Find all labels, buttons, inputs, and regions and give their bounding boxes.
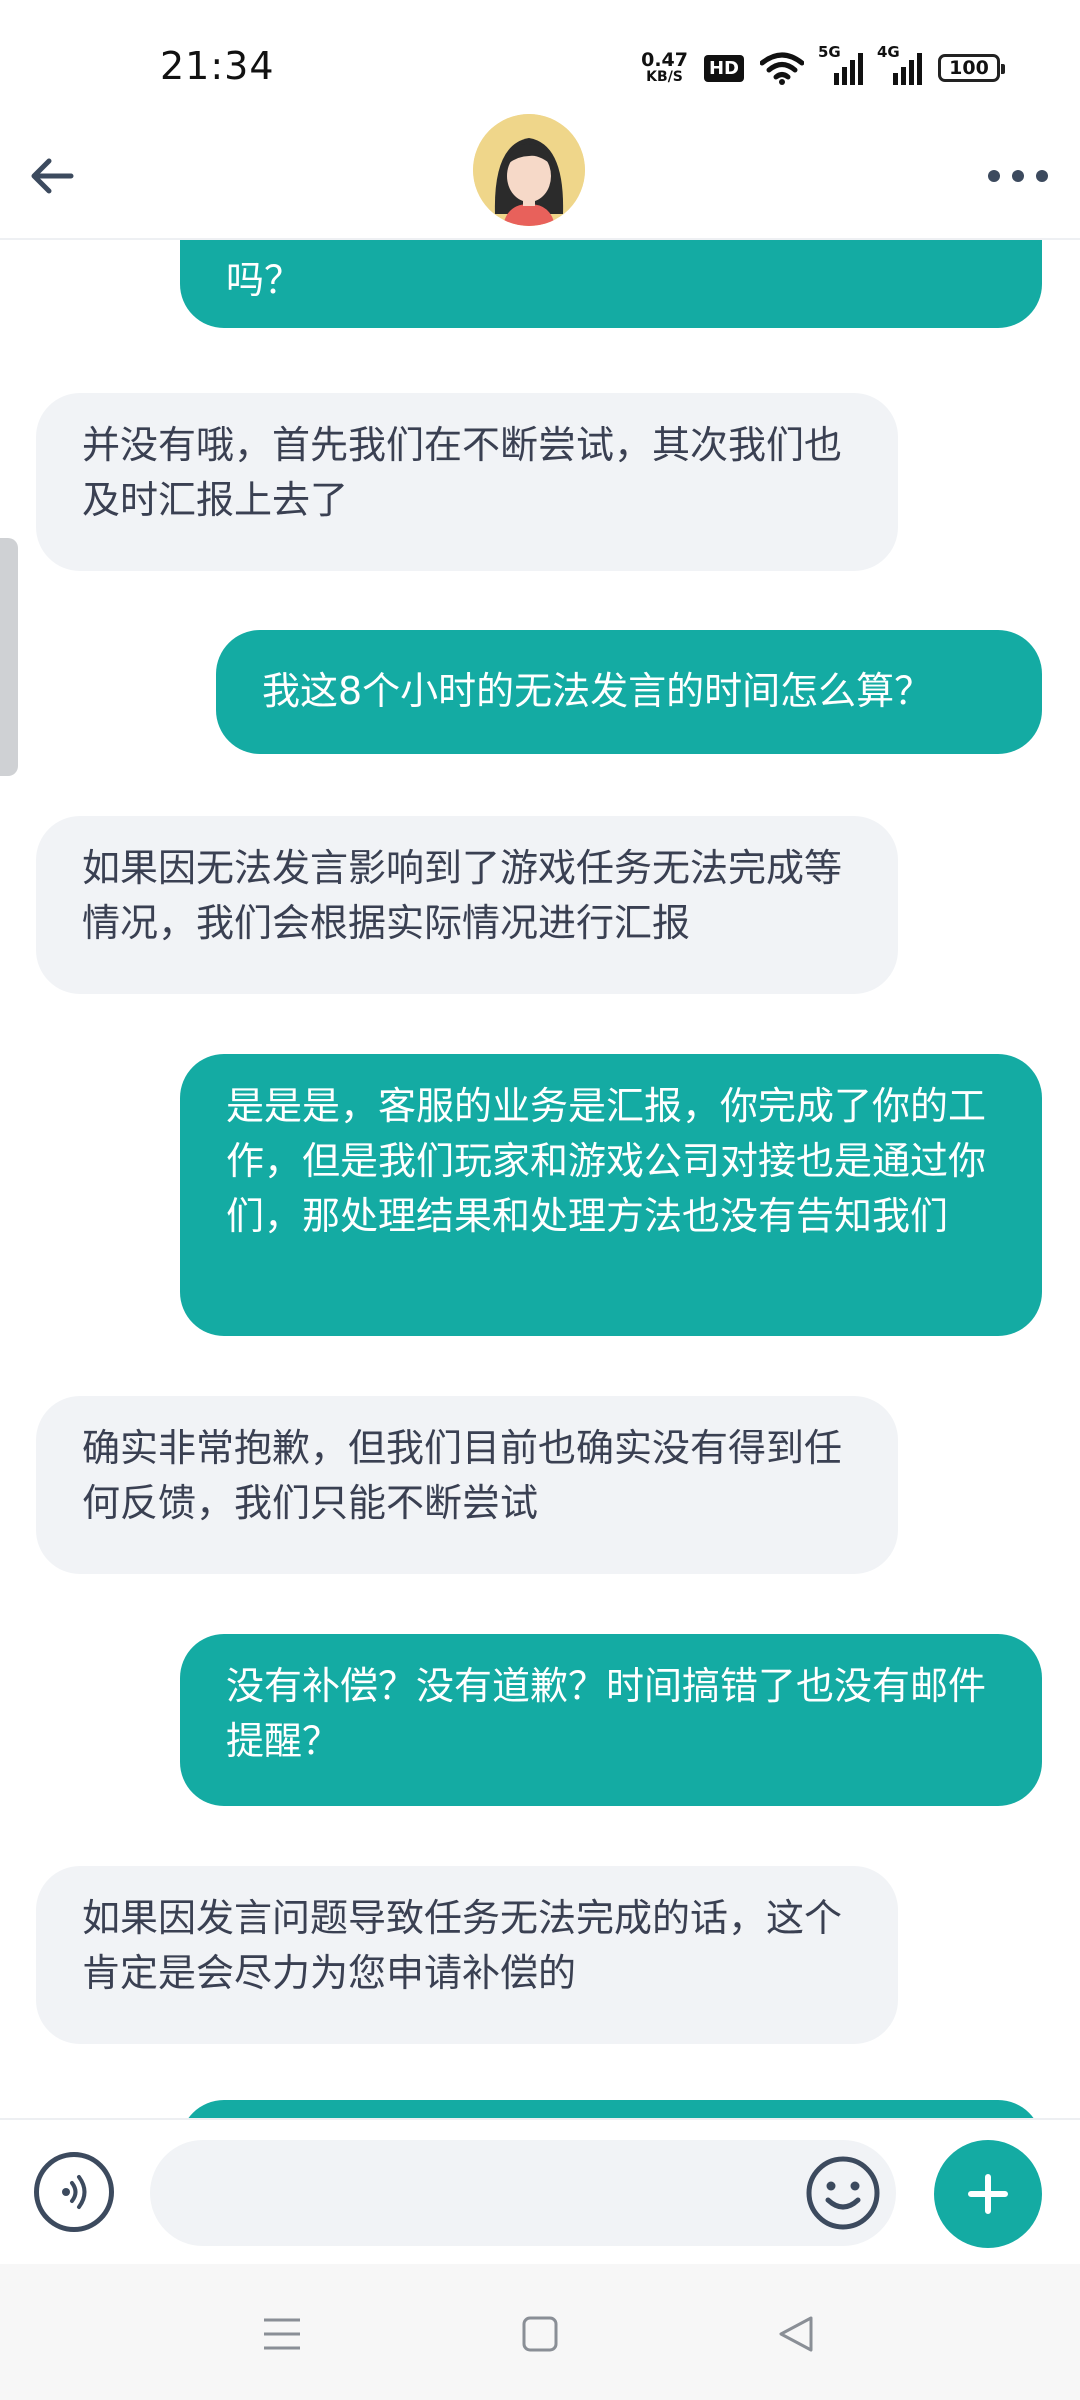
signal-4g-label: 4G: [877, 43, 900, 61]
message-text: 如果因无法发言影响到了游戏任务无法完成等情况，我们会根据实际情况进行汇报: [82, 846, 843, 945]
plus-icon: [968, 2174, 1008, 2214]
message-text: 吗？: [226, 258, 303, 302]
voice-icon: [62, 2175, 87, 2209]
message-text: 我这8个小时的无法发言的时间怎么算？: [262, 669, 933, 713]
voice-button[interactable]: [34, 2152, 114, 2232]
battery-icon: 100: [938, 54, 1005, 82]
message-text: 确实非常抱歉，但我们目前也确实没有得到任何反馈，我们只能不断尝试: [82, 1426, 843, 1525]
status-bar: 21:34 0.47 KB/S HD 5G 4G 100: [0, 0, 1080, 130]
emoji-button[interactable]: [804, 2154, 882, 2232]
message-incoming[interactable]: 如果因无法发言影响到了游戏任务无法完成等情况，我们会根据实际情况进行汇报: [36, 816, 898, 994]
more-button[interactable]: [978, 146, 1058, 206]
message-outgoing[interactable]: 没有补偿？没有道歉？时间搞错了也没有邮件提醒？: [180, 1634, 1042, 1806]
arrow-left-icon: [31, 158, 74, 194]
emoji-icon: [806, 2156, 880, 2230]
message-outgoing[interactable]: 我这8个小时的无法发言的时间怎么算？: [216, 630, 1042, 754]
message-outgoing[interactable]: 吗？: [180, 238, 1042, 328]
nav-menu-button[interactable]: [252, 2304, 312, 2364]
back-triangle-icon: [779, 2316, 813, 2352]
menu-icon: [264, 2318, 300, 2350]
signal-4g-icon: 4G: [877, 43, 922, 85]
message-incoming[interactable]: 如果因发言问题导致任务无法完成的话，这个肯定是会尽力为您申请补偿的: [36, 1866, 898, 2044]
signal-5g-label: 5G: [818, 43, 841, 61]
message-outgoing[interactable]: 是是是，客服的业务是汇报，你完成了你的工作，但是我们玩家和游戏公司对接也是通过你…: [180, 1054, 1042, 1336]
nav-home-button[interactable]: [510, 2304, 570, 2364]
message-incoming[interactable]: 并没有哦，首先我们在不断尝试，其次我们也及时汇报上去了: [36, 393, 898, 571]
network-speed-value: 0.47: [641, 49, 688, 71]
status-icons: 0.47 KB/S HD 5G 4G 100: [641, 43, 1005, 90]
home-square-icon: [522, 2316, 558, 2352]
signal-5g-icon: 5G: [818, 43, 863, 85]
wifi-icon: [760, 52, 804, 85]
system-nav-bar: [0, 2264, 1080, 2400]
girl-avatar-icon: [473, 114, 585, 226]
avatar[interactable]: [473, 114, 585, 226]
message-text: 没有补偿？没有道歉？时间搞错了也没有邮件提醒？: [226, 1664, 987, 1763]
message-outgoing-partial[interactable]: [180, 2100, 1042, 2118]
more-dots-icon: [988, 170, 1048, 182]
message-incoming[interactable]: 确实非常抱歉，但我们目前也确实没有得到任何反馈，我们只能不断尝试: [36, 1396, 898, 1574]
add-button[interactable]: [934, 2140, 1042, 2248]
scroll-indicator[interactable]: [0, 538, 18, 776]
network-speed: 0.47 KB/S: [641, 51, 688, 85]
input-bar: [0, 2118, 1080, 2266]
message-text: 并没有哦，首先我们在不断尝试，其次我们也及时汇报上去了: [82, 423, 843, 522]
message-input[interactable]: [150, 2140, 896, 2246]
chat-header: [0, 114, 1080, 240]
network-speed-unit: KB/S: [646, 69, 683, 85]
chat-message-list[interactable]: 吗？ 并没有哦，首先我们在不断尝试，其次我们也及时汇报上去了 我这8个小时的无法…: [0, 238, 1080, 2118]
message-text: 是是是，客服的业务是汇报，你完成了你的工作，但是我们玩家和游戏公司对接也是通过你…: [226, 1084, 987, 1238]
nav-back-button[interactable]: [766, 2304, 826, 2364]
status-time: 21:34: [160, 44, 275, 88]
back-button[interactable]: [22, 146, 82, 206]
hd-icon: HD: [703, 54, 744, 82]
message-text: 如果因发言问题导致任务无法完成的话，这个肯定是会尽力为您申请补偿的: [82, 1896, 843, 1995]
